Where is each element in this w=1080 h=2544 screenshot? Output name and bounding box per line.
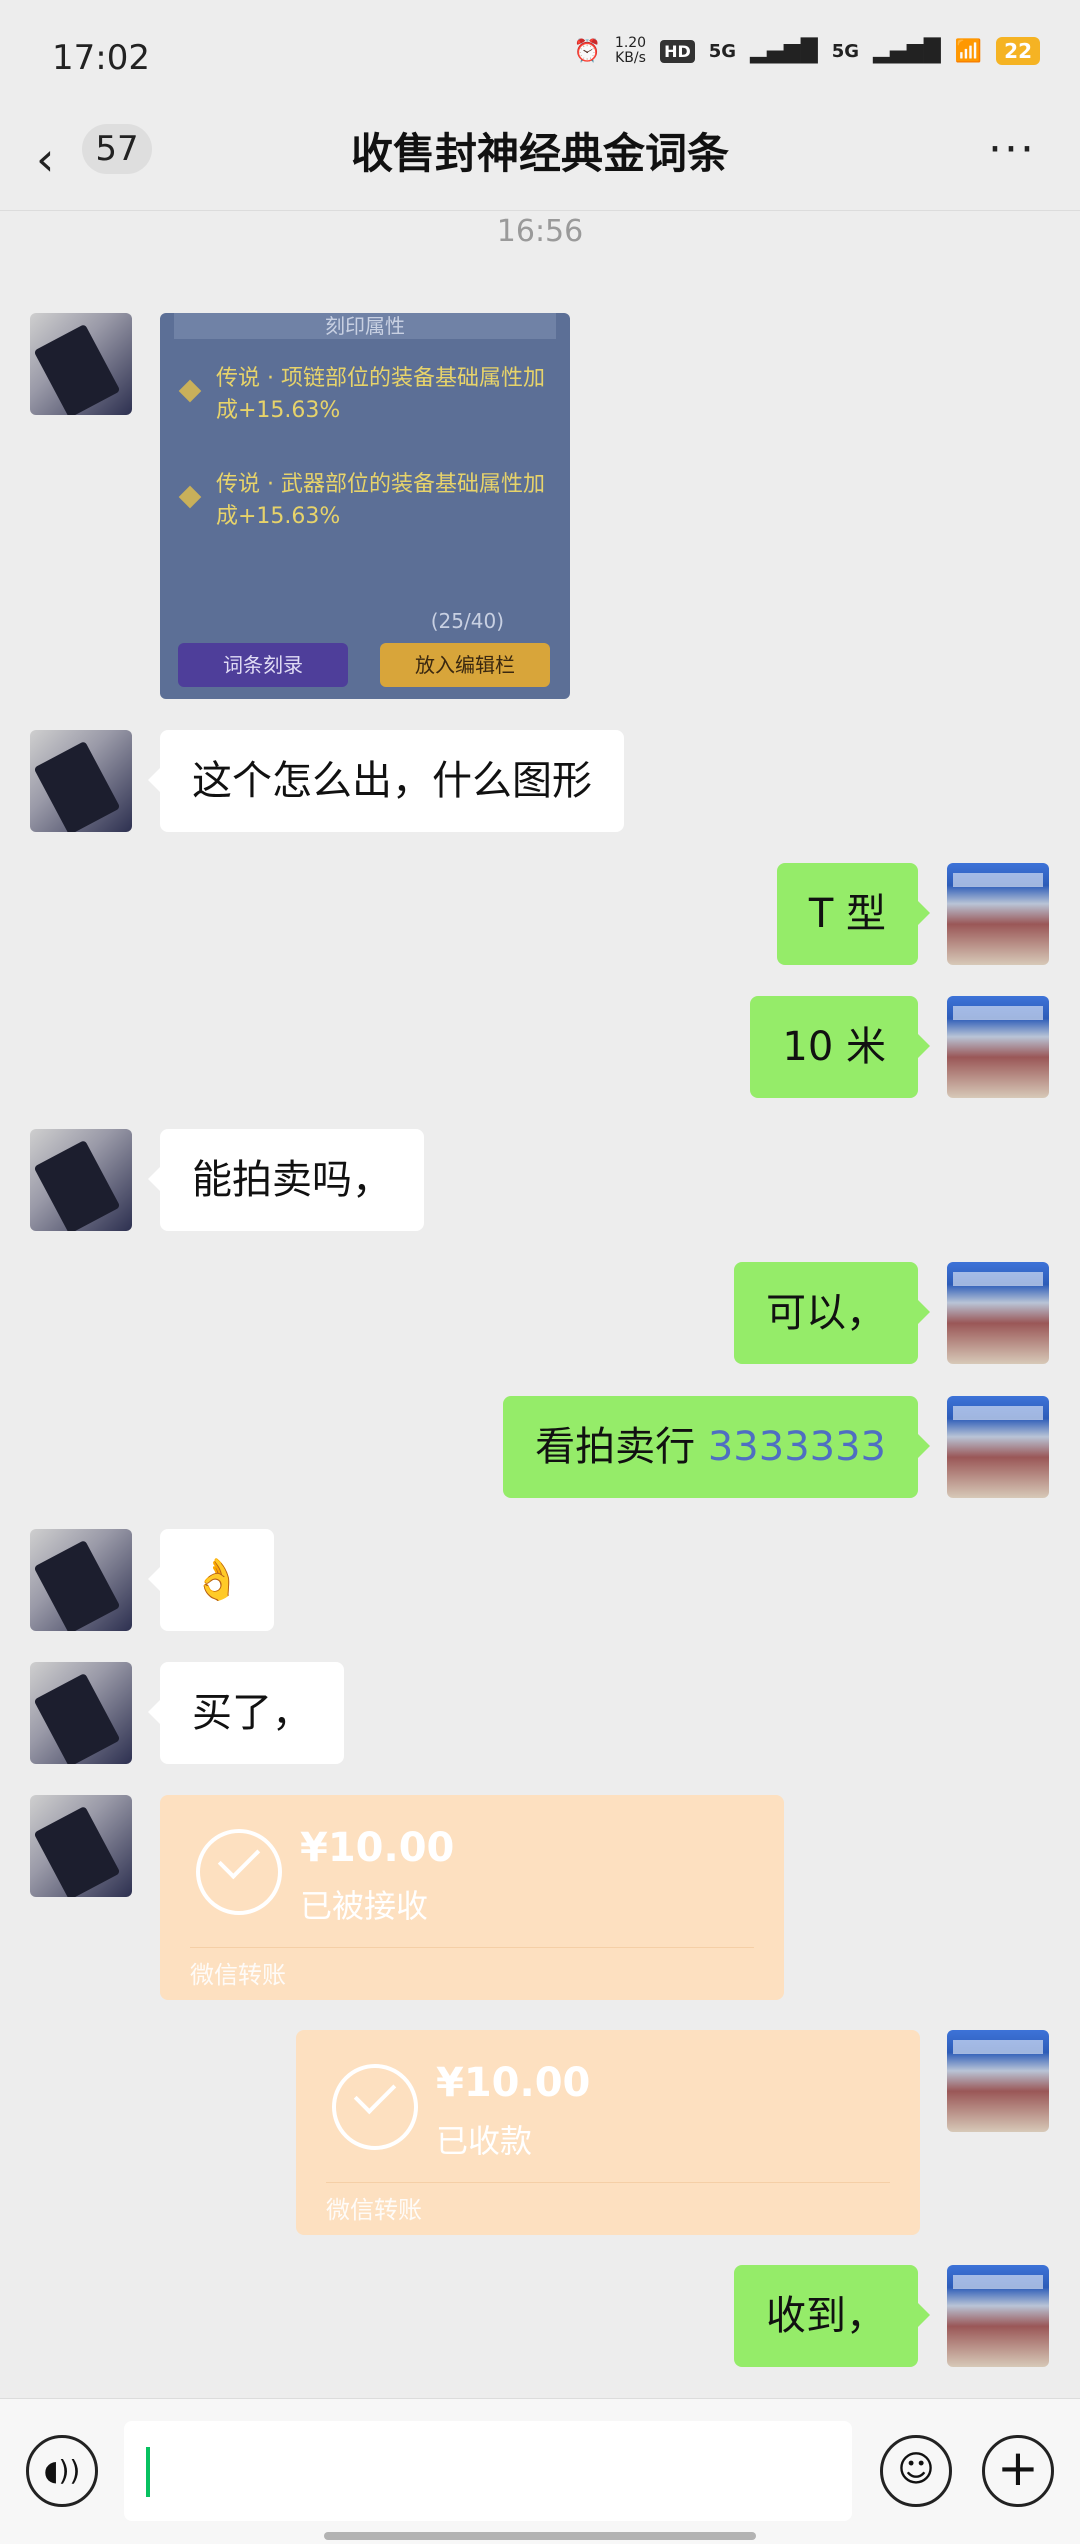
status-time: 17:02 <box>52 38 150 78</box>
more-options-button[interactable]: ··· <box>988 124 1036 175</box>
avatar[interactable] <box>30 313 132 415</box>
message-bubble[interactable]: 看拍卖行 3333333 <box>503 1396 930 1498</box>
transfer-card[interactable]: ¥10.00 已收款 微信转账 <box>296 2030 920 2235</box>
transfer-status: 已收款 <box>436 2122 533 2160</box>
message-timestamp: 16:56 <box>496 214 584 249</box>
image-message[interactable]: 刻印属性 传说 · 项链部位的装备基础属性加成+15.63% 传说 · 武器部位… <box>160 313 570 699</box>
check-icon <box>332 2064 418 2150</box>
wifi-icon: 📶 <box>954 38 983 64</box>
transfer-card[interactable]: ¥10.00 已被接收 微信转账 <box>160 1795 784 2000</box>
avatar[interactable] <box>947 863 1049 965</box>
input-bar: ◖)) ☺ + <box>0 2398 1080 2544</box>
message-bubble[interactable]: 10 米 <box>750 996 930 1098</box>
image-button: 放入编辑栏 <box>380 643 550 687</box>
avatar[interactable] <box>947 1262 1049 1364</box>
avatar[interactable] <box>30 1795 132 1897</box>
message-bubble[interactable]: 买了， <box>148 1662 344 1764</box>
status-bar: 17:02 ⏰ 1.20 KB/s HD 5G ▂▄▆█ 5G ▂▄▆█ 📶 22 <box>0 0 1080 110</box>
message-bubble[interactable]: 👌 <box>148 1529 274 1631</box>
voice-icon[interactable]: ◖)) <box>26 2435 98 2507</box>
message-bubble[interactable]: T 型 <box>776 863 931 965</box>
signal-icon-2: 5G <box>831 40 860 62</box>
message-bubble[interactable]: 这个怎么出，什么图形 <box>148 730 624 832</box>
signal-bars-icon-2: ▂▄▆█ <box>873 38 941 64</box>
transfer-footer: 微信转账 <box>326 2196 422 2224</box>
avatar[interactable] <box>947 1396 1049 1498</box>
message-bubble[interactable]: 收到， <box>734 2265 930 2367</box>
home-indicator[interactable] <box>324 2532 756 2540</box>
avatar[interactable] <box>30 1529 132 1631</box>
message-input[interactable] <box>124 2421 852 2521</box>
image-text-line: 传说 · 武器部位的装备基础属性加成+15.63% <box>216 472 545 529</box>
signal-bars-icon-1: ▂▄▆█ <box>750 38 818 64</box>
avatar[interactable] <box>30 1129 132 1231</box>
alarm-icon: ⏰ <box>573 38 601 64</box>
transfer-status: 已被接收 <box>300 1887 429 1925</box>
status-icons: ⏰ 1.20 KB/s HD 5G ▂▄▆█ 5G ▂▄▆█ 📶 22 <box>573 35 1040 66</box>
text-cursor <box>146 2447 150 2497</box>
chat-title: 收售封神经典金词条 <box>350 129 729 178</box>
chat-header: ‹ 57 收售封神经典金词条 ··· <box>0 110 1080 211</box>
hd-icon: HD <box>660 39 695 63</box>
image-header: 刻印属性 <box>174 313 556 339</box>
avatar[interactable] <box>30 730 132 832</box>
avatar[interactable] <box>947 2030 1049 2132</box>
transfer-amount: ¥10.00 <box>436 2060 591 2106</box>
diamond-icon <box>178 379 202 403</box>
check-icon <box>196 1829 282 1915</box>
message-bubble[interactable]: 可以， <box>734 1262 930 1364</box>
avatar[interactable] <box>947 2265 1049 2367</box>
diamond-icon <box>178 485 202 509</box>
battery-icon: 22 <box>996 37 1040 65</box>
message-bubble[interactable]: 能拍卖吗， <box>148 1129 424 1231</box>
emoji-icon[interactable]: ☺ <box>880 2435 952 2507</box>
signal-icon-1: 5G <box>708 40 737 62</box>
image-text-line: 传说 · 项链部位的装备基础属性加成+15.63% <box>216 366 545 423</box>
image-button: 词条刻录 <box>178 643 348 687</box>
divider <box>190 1947 754 1948</box>
avatar[interactable] <box>30 1662 132 1764</box>
plus-icon[interactable]: + <box>982 2435 1054 2507</box>
network-speed: 1.20 KB/s <box>614 35 647 66</box>
transfer-footer: 微信转账 <box>190 1961 286 1989</box>
divider <box>326 2182 890 2183</box>
message-number-link[interactable]: 3333333 <box>708 1424 886 1470</box>
avatar[interactable] <box>947 996 1049 1098</box>
message-text: 看拍卖行 <box>535 1424 708 1470</box>
transfer-amount: ¥10.00 <box>300 1825 455 1871</box>
image-counter: (25/40) <box>430 609 504 633</box>
